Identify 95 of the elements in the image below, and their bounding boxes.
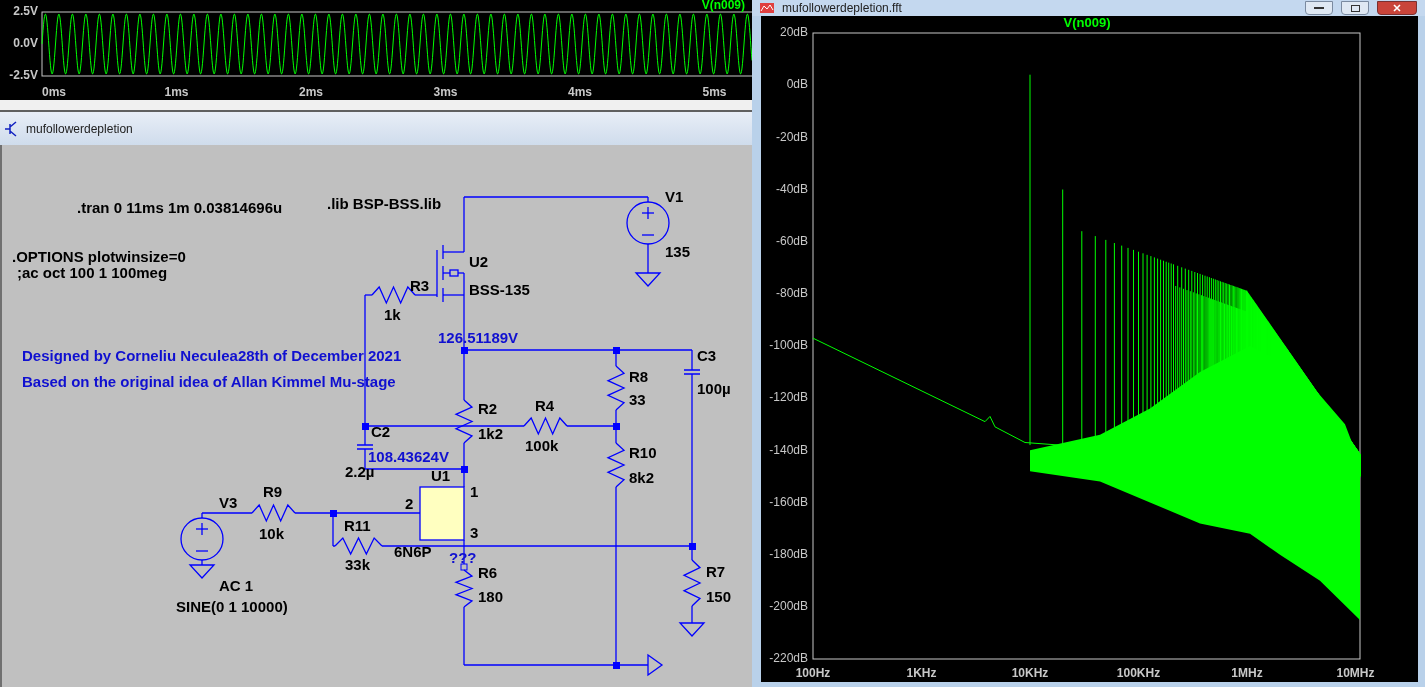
- axis-tick-label: 1KHz: [906, 666, 937, 681]
- component-name: R2: [478, 399, 498, 417]
- ground-symbol: [647, 653, 664, 677]
- spice-directive: .tran 0 11ms 1m 0.03814696u: [77, 198, 283, 216]
- window-title: mufollowerdepletion.fft: [782, 2, 902, 14]
- resistor-symbol: [523, 416, 568, 436]
- component-value: 33: [629, 390, 646, 408]
- component-name: R7: [706, 562, 726, 580]
- component-value: 33k: [345, 555, 371, 573]
- component-value: 8k2: [629, 468, 655, 486]
- pin-label: 2: [405, 494, 414, 512]
- pin-label: 1: [470, 482, 479, 500]
- axis-tick-label: -100dB: [769, 338, 808, 353]
- mosfet-symbol: [436, 244, 459, 303]
- window-title: mufollowerdepletion: [26, 120, 133, 138]
- comment-text: Designed by Corneliu Neculea28th of December 2021: [22, 346, 402, 364]
- axis-tick-label: -140dB: [769, 442, 808, 457]
- close-icon: [1393, 4, 1401, 12]
- component-value: 2.2µ: [345, 462, 375, 480]
- component-name: R8: [629, 367, 649, 385]
- axis-tick-label: 5ms: [702, 85, 727, 100]
- axis-tick-label: 100KHz: [1116, 666, 1161, 681]
- transistor-icon: [4, 120, 18, 137]
- resistor-symbol: [454, 569, 474, 608]
- capacitor-symbol: [683, 369, 701, 375]
- axis-tick-label: -40dB: [775, 181, 808, 196]
- component-value: 135: [665, 242, 691, 260]
- chart-icon: [760, 3, 774, 13]
- axis-tick-label: -180dB: [769, 546, 808, 561]
- resistor-symbol: [682, 559, 702, 607]
- component-name: C3: [697, 346, 717, 364]
- resistor-symbol: [454, 399, 474, 444]
- trace-label: V(n009): [701, 0, 745, 13]
- component-name: U1: [431, 466, 451, 484]
- component-name: U2: [469, 252, 489, 270]
- component-value: 100k: [525, 436, 559, 454]
- axis-tick-label: 0.0V: [13, 36, 38, 51]
- voltage-source-symbol: [626, 201, 670, 245]
- component-name: R9: [263, 482, 283, 500]
- component-value: 10k: [259, 524, 285, 542]
- axis-tick-label: -160dB: [769, 494, 808, 509]
- resistor-symbol: [251, 503, 296, 523]
- component-value: 180: [478, 587, 504, 605]
- component-value: 100µ: [697, 379, 731, 397]
- axis-tick-label: -220dB: [769, 651, 808, 666]
- axis-tick-label: -2.5V: [9, 68, 38, 83]
- axis-tick-label: 3ms: [433, 85, 458, 100]
- axis-tick-label: 4ms: [568, 85, 592, 100]
- minimize-button[interactable]: [1305, 1, 1333, 15]
- spice-directive: .OPTIONS plotwinsize=0: [12, 247, 186, 265]
- component-name: V1: [665, 187, 684, 205]
- component-value: 6N6P: [394, 542, 432, 560]
- voltage-source-symbol: [180, 517, 224, 561]
- component-name: R4: [535, 396, 555, 414]
- axis-tick-label: 10KHz: [1011, 666, 1049, 681]
- axis-tick-label: 100Hz: [795, 666, 831, 681]
- axis-tick-label: -120dB: [769, 390, 808, 405]
- axis-tick-label: 1ms: [164, 85, 189, 100]
- ground-symbol: [678, 622, 706, 637]
- axis-tick-label: 1MHz: [1231, 666, 1263, 681]
- component-name: R3: [410, 276, 430, 294]
- spice-directive: .lib BSP-BSS.lib: [327, 194, 442, 212]
- axis-tick-label: 2.5V: [13, 4, 38, 19]
- tube-block: [419, 486, 465, 541]
- axis-tick-label: 2ms: [299, 85, 323, 100]
- capacitor-symbol: [356, 444, 374, 450]
- component-name: R10: [629, 443, 657, 461]
- resistor-symbol: [606, 442, 626, 488]
- component-name: R6: [478, 563, 498, 581]
- component-name: C2: [371, 422, 391, 440]
- maximize-button[interactable]: [1341, 1, 1369, 15]
- ground-symbol: [188, 564, 216, 579]
- axis-tick-label: 10MHz: [1336, 666, 1375, 681]
- pin-label: 3: [470, 523, 479, 541]
- component-name: R11: [344, 516, 371, 534]
- axis-tick-label: 0dB: [786, 77, 808, 92]
- component-value: BSS-135: [469, 280, 530, 298]
- component-value: 1k: [384, 305, 401, 323]
- component-value: 150: [706, 587, 732, 605]
- trace-label: V(n009): [1063, 16, 1111, 31]
- node-voltage-label: 108.43624V: [368, 447, 449, 465]
- component-value: 1k2: [478, 424, 504, 442]
- close-button[interactable]: [1377, 1, 1417, 15]
- ground-symbol: [634, 272, 662, 287]
- axis-tick-label: -60dB: [775, 233, 808, 248]
- component-value: SINE(0 1 10000): [176, 597, 288, 615]
- resistor-symbol: [334, 536, 383, 556]
- axis-tick-label: -80dB: [775, 286, 808, 300]
- axis-tick-label: 0ms: [42, 85, 67, 100]
- axis-tick-label: 20dB: [779, 25, 808, 40]
- axis-tick-label: -200dB: [769, 599, 808, 613]
- resistor-symbol: [606, 365, 626, 411]
- component-name: V3: [219, 493, 238, 511]
- component-value: AC 1: [219, 576, 254, 594]
- axis-tick-label: -20dB: [775, 129, 808, 144]
